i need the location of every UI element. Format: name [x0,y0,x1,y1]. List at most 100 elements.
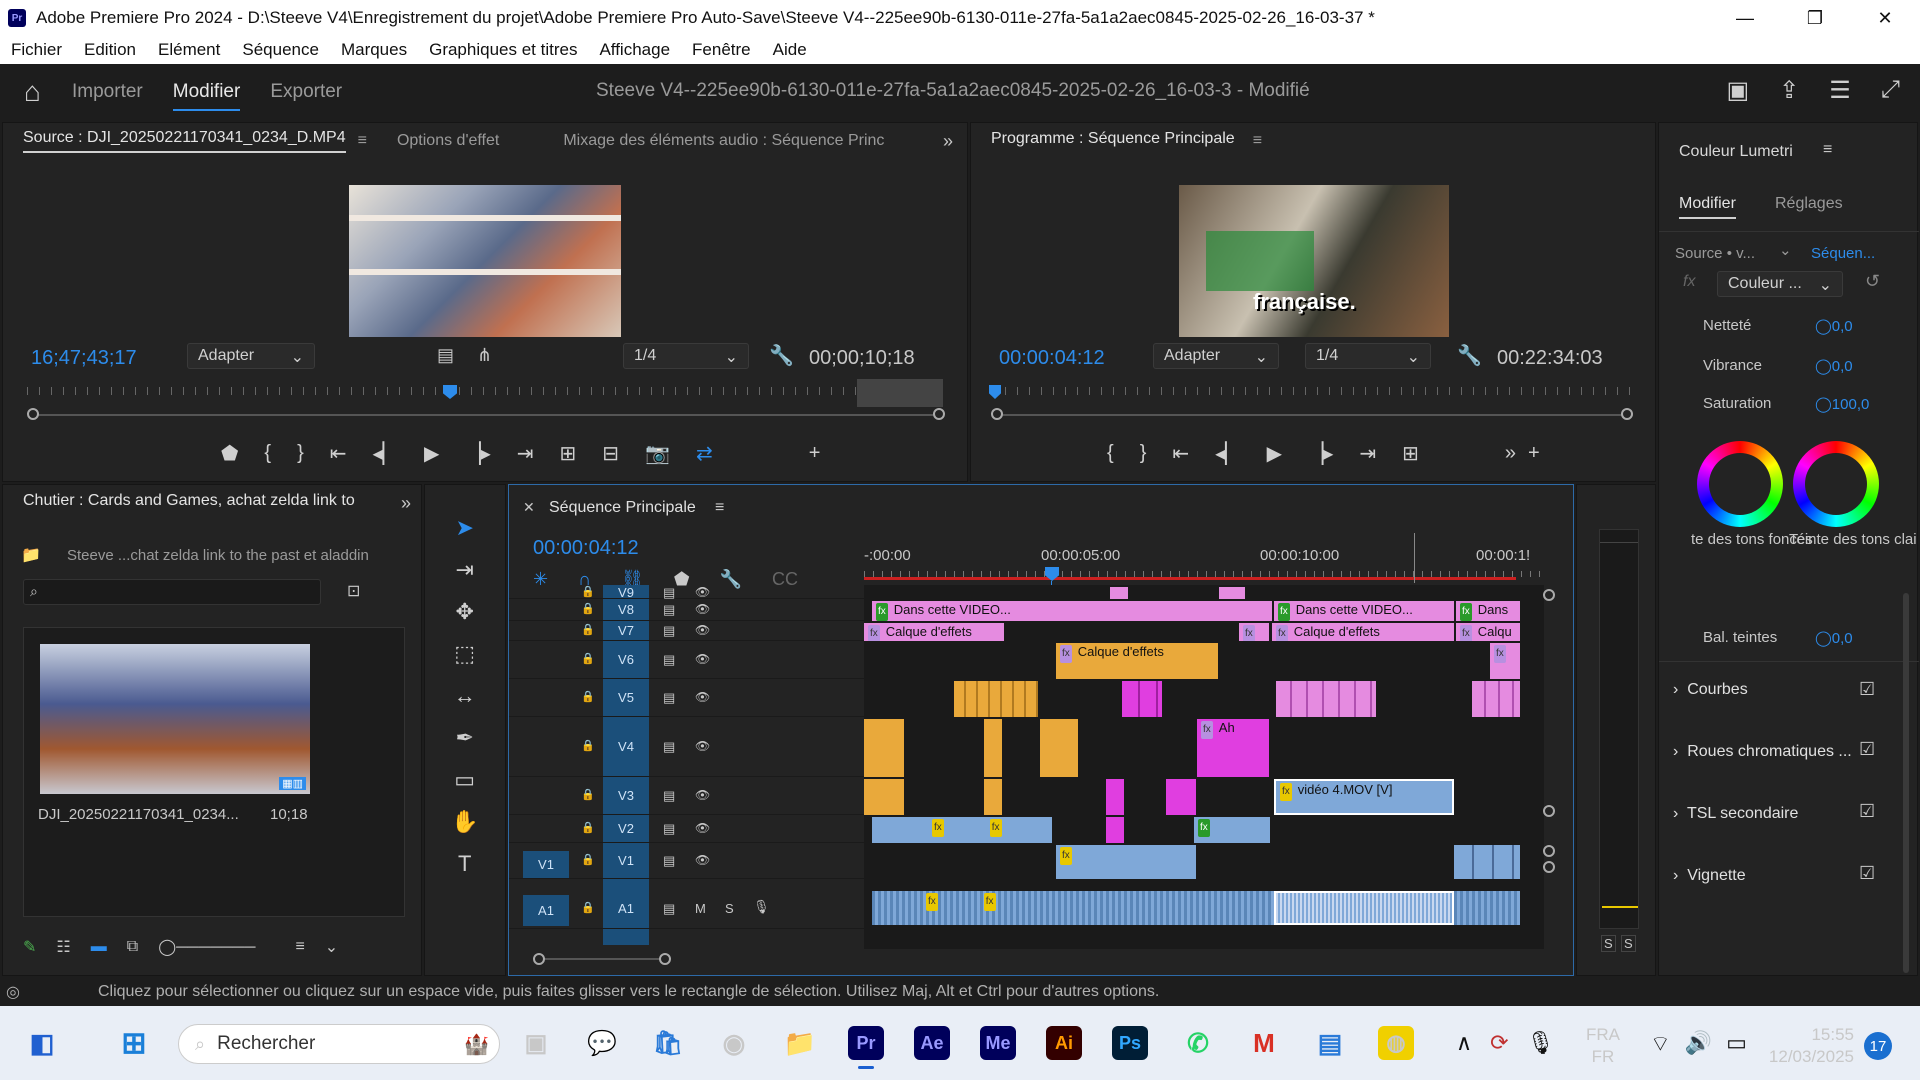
go-to-in-icon[interactable]: ⇤ [330,441,347,466]
program-fit-dropdown[interactable]: Adapter ⌄ [1153,343,1279,369]
track-name-v5[interactable]: V5 [603,690,649,705]
new-search-bin-icon[interactable]: ⊡ [347,581,360,601]
sync-lock-icon[interactable]: ▤ [663,853,675,869]
clip-v3-5[interactable]: fx vidéo 4.MOV [V] [1274,779,1454,815]
source-patch-v1[interactable]: V1 [523,851,569,878]
clip-v4-4[interactable]: fx Ah [1197,719,1269,777]
vignette-checkbox[interactable]: ☑ [1859,863,1875,884]
clip-v7-3[interactable]: fx Calque d'effets [1272,623,1454,641]
eye-icon[interactable]: 👁 [695,821,710,835]
widgets-icon[interactable]: ◧ [24,1026,60,1060]
lumetri-tab-reglages[interactable]: Réglages [1775,195,1843,213]
program-playhead[interactable] [989,385,1001,399]
source-zoom-right-handle[interactable] [933,408,945,420]
button-editor-icon[interactable]: + [809,442,821,465]
source-playhead[interactable] [443,385,457,399]
sync-lock-icon[interactable]: ▤ [663,623,675,639]
program-zoom-right-handle[interactable] [1621,408,1633,420]
lock-icon[interactable]: 🔒 [581,585,595,598]
source-zoom-bar[interactable] [33,414,939,416]
slip-tool-icon[interactable]: ↔ [454,683,476,709]
roues-checkbox[interactable]: ☑ [1859,739,1875,760]
voiceover-icon[interactable]: 🎙 [753,899,770,915]
minimize-icon[interactable]: — [1710,0,1780,36]
lock-icon[interactable]: 🔒 [581,602,595,615]
program-go-to-out-icon[interactable]: ⇥ [1359,441,1376,466]
microphone-icon[interactable]: 🎙 [1527,1030,1555,1056]
lock-icon[interactable]: 🔒 [581,821,595,834]
lumetri-chevron-icon[interactable]: ⌄ [1779,241,1792,259]
program-ruler[interactable] [993,387,1633,395]
timeline-vertical-scroll[interactable] [1543,589,1557,941]
tray-app-icon[interactable]: ◍ [1378,1026,1414,1060]
lock-icon[interactable]: 🔒 [581,652,595,665]
clip-v2-3[interactable]: fx [1194,817,1270,843]
solo-right-button[interactable]: S [1621,935,1636,952]
fullscreen-icon[interactable]: ⤢ [1881,76,1900,105]
razor-tool-icon[interactable]: ⬚ [454,641,475,667]
clip-v5-2[interactable] [1122,681,1162,717]
eye-icon[interactable]: 👁 [695,690,710,704]
eye-icon[interactable]: 👁 [695,602,710,616]
menu-item-affichage[interactable]: Affichage [588,40,681,60]
sequence-tab[interactable]: Séquence Principale [549,499,696,517]
freeform-view-icon[interactable]: ⧉ [127,938,138,956]
explorer-icon[interactable]: 📁 [782,1026,818,1060]
menu-item-edition[interactable]: Edition [73,40,147,60]
source-patch-a1[interactable]: A1 [523,895,569,926]
lumetri-scrollbar[interactable] [1903,593,1909,973]
maximize-icon[interactable]: ❐ [1780,0,1850,36]
clip-v7-1[interactable]: fx Calque d'effets [864,623,1004,641]
mark-in-icon[interactable]: { [264,442,271,465]
clip-v9-2[interactable] [1219,587,1245,599]
close-sequence-icon[interactable]: ✕ [523,499,535,516]
program-step-back-icon[interactable]: ◂▏ [1215,441,1240,466]
track-name-v4[interactable]: V4 [603,739,649,754]
tab-program[interactable]: Programme : Séquence Principale [991,130,1235,152]
play-icon[interactable]: ▶ [424,441,439,466]
clip-v5-3[interactable] [1276,681,1376,717]
sync-lock-icon[interactable]: ▤ [663,901,675,917]
clip-v6-1[interactable]: fx Calque d'effets [1056,643,1218,679]
track-name-v8[interactable]: V8 [603,602,649,617]
clip-v1-1[interactable]: fx [1056,845,1196,879]
track-name-v3[interactable]: V3 [603,788,649,803]
highlight-tint-wheel[interactable] [1793,441,1879,527]
workspaces-menu-icon[interactable]: ☰ [1829,76,1851,105]
clip-v4-3[interactable] [1040,719,1078,777]
lock-icon[interactable]: 🔒 [581,788,595,801]
clip-v7-4[interactable]: fx Calqu [1456,623,1520,641]
timeline-timecode[interactable]: 00:00:04:12 [533,537,639,560]
program-mark-out-icon[interactable]: } [1140,442,1147,465]
step-forward-icon[interactable]: ▕▸ [465,441,490,466]
lock-icon[interactable]: 🔒 [581,623,595,636]
chrome-icon[interactable]: ◉ [716,1026,752,1060]
source-ruler[interactable] [27,387,943,395]
source-zoom-left-handle[interactable] [27,408,39,420]
clip-v6-2[interactable]: fx [1490,643,1520,679]
clip-v8-3[interactable]: fx Dans cette VIDEO... [1274,601,1454,621]
lumetri-sequence[interactable]: Séquen... [1811,245,1875,262]
clip-v1-2[interactable] [1454,845,1520,879]
lift-icon[interactable]: ⊞ [1402,441,1419,466]
lumetri-menu-icon[interactable]: ≡ [1823,141,1832,159]
track-select-tool-icon[interactable]: ⇥ [455,557,473,583]
timeline-ruler[interactable]: -:00:00 00:00:05:00 00:00:10:00 00:00:1! [864,547,1544,581]
tab-source[interactable]: Source : DJI_20250221170341_0234_D.MP4 [23,129,346,153]
more-tabs-icon[interactable]: » [943,131,953,152]
sync-lock-icon[interactable]: ▤ [663,821,675,837]
section-tsl[interactable]: › TSL secondaire [1673,805,1798,823]
type-tool-icon[interactable]: T [458,851,471,877]
store-icon[interactable]: 🛍 [650,1026,686,1060]
eye-icon[interactable]: 👁 [695,853,710,867]
clock[interactable]: 15:55 12/03/2025 [1762,1024,1854,1068]
workspace-modifier[interactable]: Modifier [172,81,241,111]
home-icon[interactable]: ⌂ [24,76,72,108]
clip-v8-2[interactable] [1054,601,1272,621]
tab-audio-mixer[interactable]: Mixage des éléments audio : Séquence Pri… [563,132,884,150]
source-fit-dropdown[interactable]: Adapter ⌄ [187,343,315,369]
mute-button[interactable]: M [695,901,706,916]
taskbar-search[interactable]: ⌕ Rechercher 🏰 [178,1024,500,1064]
selection-tool-icon[interactable]: ➤ [455,515,473,541]
eye-icon[interactable]: 👁 [695,585,710,599]
